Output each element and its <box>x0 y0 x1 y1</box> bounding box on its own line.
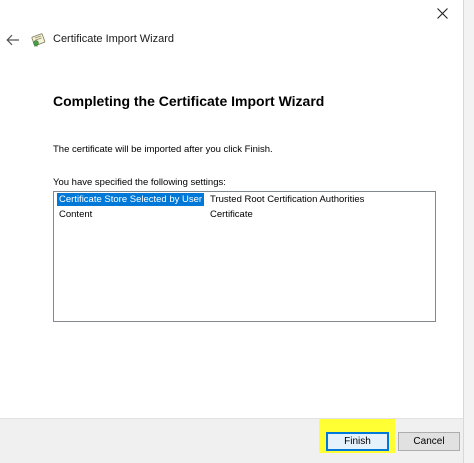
page-heading: Completing the Certificate Import Wizard <box>53 93 325 109</box>
setting-value: Certificate <box>210 209 253 220</box>
window-title: Certificate Import Wizard <box>53 33 175 45</box>
back-button[interactable] <box>4 31 22 49</box>
finish-button[interactable]: Finish <box>326 432 389 451</box>
info-text: The certificate will be imported after y… <box>53 144 273 155</box>
close-button[interactable] <box>420 0 464 26</box>
background-window-edge <box>463 0 474 463</box>
arrow-left-icon <box>6 34 19 46</box>
setting-name: Content <box>59 209 93 220</box>
settings-label: You have specified the following setting… <box>53 177 226 188</box>
title-bar: Certificate Import Wizard <box>0 28 460 54</box>
list-item[interactable]: Certificate Store Selected by User Trust… <box>54 192 435 207</box>
setting-value: Trusted Root Certification Authorities <box>210 194 365 205</box>
setting-name: Certificate Store Selected by User <box>57 193 205 206</box>
settings-list[interactable]: Certificate Store Selected by User Trust… <box>53 191 436 322</box>
certificate-icon <box>31 33 46 47</box>
close-icon <box>436 7 448 19</box>
cancel-button[interactable]: Cancel <box>398 432 460 451</box>
wizard-window: Certificate Import Wizard Completing the… <box>0 0 474 463</box>
list-item[interactable]: Content Certificate <box>54 207 435 222</box>
